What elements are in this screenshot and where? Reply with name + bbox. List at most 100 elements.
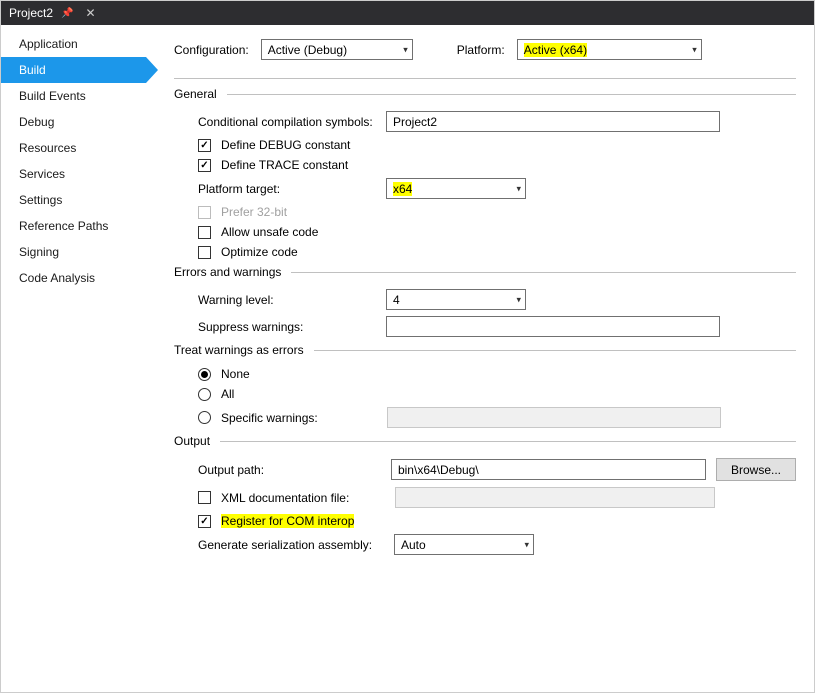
pin-icon[interactable]: 📌 [61,8,73,19]
titlebar: Project2 📌 ✕ [1,1,814,25]
define-debug-row: Define DEBUG constant [198,138,796,152]
platform-select[interactable]: Active (x64) ▾ [517,39,702,60]
sidebar-item-debug[interactable]: Debug [1,109,146,135]
treat-none-row: None [198,367,796,381]
sidebar-item-services[interactable]: Services [1,161,146,187]
optimize-checkbox[interactable] [198,246,211,259]
warning-level-select[interactable]: 4 ▾ [386,289,526,310]
warning-level-label: Warning level: [198,293,376,307]
output-path-input[interactable] [391,459,706,480]
treat-specific-input [387,407,721,428]
divider [174,78,796,79]
suppress-warnings-input[interactable] [386,316,720,337]
section-title: General [174,87,217,101]
section-output: Output Output path: Browse... XML docume… [174,434,796,555]
chevron-down-icon: ▾ [403,44,408,55]
browse-button[interactable]: Browse... [716,458,796,481]
sidebar-item-label: Code Analysis [19,271,95,285]
conditional-symbols-label: Conditional compilation symbols: [198,115,376,129]
sidebar-item-reference-paths[interactable]: Reference Paths [1,213,146,239]
sidebar-item-label: Services [19,167,65,181]
suppress-warnings-row: Suppress warnings: [198,316,796,337]
register-com-row: Register for COM interop [198,514,796,528]
sidebar-item-label: Resources [19,141,76,155]
treat-specific-label: Specific warnings: [221,411,377,425]
register-com-checkbox[interactable] [198,515,211,528]
define-trace-row: Define TRACE constant [198,158,796,172]
platform-target-row: Platform target: x64 ▾ [198,178,796,199]
define-trace-checkbox[interactable] [198,159,211,172]
gen-serialization-value: Auto [401,538,426,552]
treat-none-label: None [221,367,250,381]
sidebar-item-label: Build [19,63,46,77]
sidebar-item-label: Reference Paths [19,219,108,233]
chevron-down-icon: ▾ [516,294,521,305]
sidebar-item-settings[interactable]: Settings [1,187,146,213]
sidebar-item-label: Settings [19,193,62,207]
configuration-select[interactable]: Active (Debug) ▾ [261,39,413,60]
sidebar-item-build[interactable]: Build [1,57,146,83]
section-treat-warnings: Treat warnings as errors None All Specif… [174,343,796,428]
prefer-32bit-checkbox [198,206,211,219]
treat-all-radio[interactable] [198,388,211,401]
prefer-32bit-row: Prefer 32-bit [198,205,796,219]
configuration-value: Active (Debug) [268,43,347,57]
treat-none-radio[interactable] [198,368,211,381]
warning-level-row: Warning level: 4 ▾ [198,289,796,310]
project-properties-window: Project2 📌 ✕ Application Build Build Eve… [0,0,815,693]
sidebar-item-label: Build Events [19,89,86,103]
allow-unsafe-checkbox[interactable] [198,226,211,239]
platform-label: Platform: [457,43,505,57]
platform-target-label: Platform target: [198,182,376,196]
xml-doc-checkbox[interactable] [198,491,211,504]
config-platform-row: Configuration: Active (Debug) ▾ Platform… [174,39,796,60]
prefer-32bit-label: Prefer 32-bit [221,205,287,219]
treat-all-label: All [221,387,234,401]
body: Application Build Build Events Debug Res… [1,25,814,692]
sidebar-item-code-analysis[interactable]: Code Analysis [1,265,146,291]
sidebar-item-label: Application [19,37,78,51]
section-title: Output [174,434,210,448]
section-title: Treat warnings as errors [174,343,304,357]
xml-doc-label: XML documentation file: [221,491,385,505]
sidebar-item-signing[interactable]: Signing [1,239,146,265]
gen-serialization-label: Generate serialization assembly: [198,538,384,552]
allow-unsafe-label: Allow unsafe code [221,225,318,239]
allow-unsafe-row: Allow unsafe code [198,225,796,239]
gen-serialization-select[interactable]: Auto ▾ [394,534,534,555]
warning-level-value: 4 [393,293,400,307]
output-path-label: Output path: [198,463,381,477]
treat-all-row: All [198,387,796,401]
configuration-label: Configuration: [174,43,249,57]
register-com-label: Register for COM interop [221,514,354,528]
treat-specific-row: Specific warnings: [198,407,796,428]
sidebar-item-label: Debug [19,115,54,129]
sidebar-item-build-events[interactable]: Build Events [1,83,146,109]
section-errors-warnings: Errors and warnings Warning level: 4 ▾ S… [174,265,796,337]
define-debug-label: Define DEBUG constant [221,138,350,152]
document-title: Project2 [9,6,53,20]
settings-sidebar: Application Build Build Events Debug Res… [1,25,146,692]
conditional-symbols-row: Conditional compilation symbols: [198,111,796,132]
chevron-down-icon: ▾ [692,44,697,55]
output-path-row: Output path: Browse... [198,458,796,481]
chevron-down-icon: ▾ [524,539,529,550]
platform-target-value: x64 [393,182,412,196]
xml-doc-row: XML documentation file: [198,487,796,508]
section-title: Errors and warnings [174,265,281,279]
platform-target-select[interactable]: x64 ▾ [386,178,526,199]
optimize-row: Optimize code [198,245,796,259]
treat-specific-radio[interactable] [198,411,211,424]
optimize-label: Optimize code [221,245,298,259]
define-trace-label: Define TRACE constant [221,158,348,172]
sidebar-item-resources[interactable]: Resources [1,135,146,161]
sidebar-item-application[interactable]: Application [1,31,146,57]
chevron-down-icon: ▾ [516,183,521,194]
conditional-symbols-input[interactable] [386,111,720,132]
close-icon[interactable]: ✕ [85,6,95,20]
define-debug-checkbox[interactable] [198,139,211,152]
suppress-warnings-label: Suppress warnings: [198,320,376,334]
xml-doc-input [395,487,715,508]
platform-value: Active (x64) [524,43,587,57]
main-panel: Configuration: Active (Debug) ▾ Platform… [146,25,814,692]
